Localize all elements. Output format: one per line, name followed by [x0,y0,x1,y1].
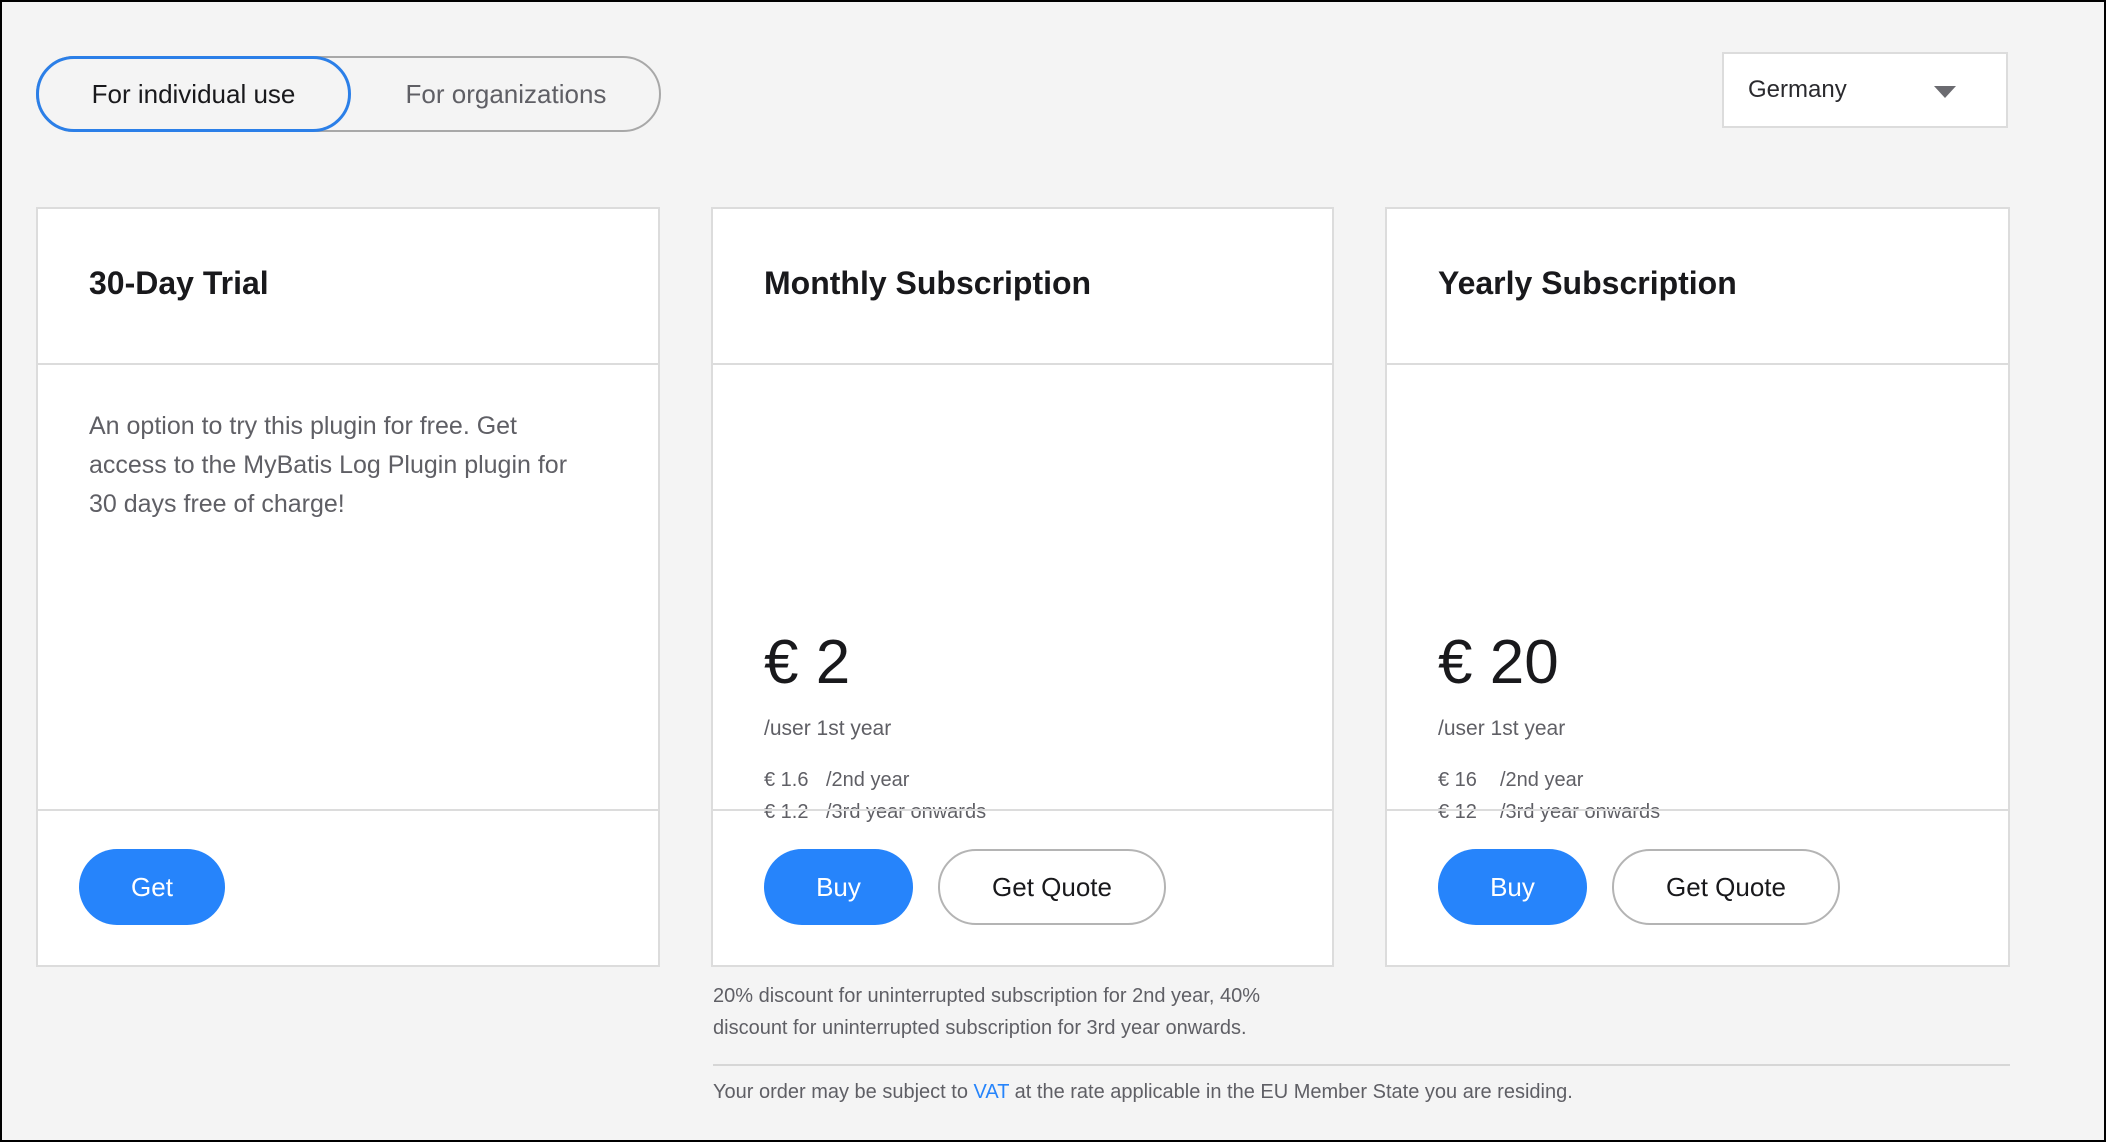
vat-link[interactable]: VAT [974,1081,1010,1103]
tier-period: /2nd year [1500,769,1584,791]
card-yearly: Yearly Subscription € 20 /user 1st year … [1385,207,2010,967]
card-body: € 20 /user 1st year € 16 /2nd year € 12 … [1387,365,2008,823]
price-tier: € 16 /2nd year [1438,769,1583,792]
card-monthly: Monthly Subscription € 2 /user 1st year … [711,207,1334,967]
discount-note-line: discount for uninterrupted subscription … [713,1017,1247,1039]
card-title: Monthly Subscription [764,265,1092,301]
vat-note: Your order may be subject to VAT at the … [713,1076,1573,1108]
tier-period: /2nd year [826,769,910,791]
discount-note-line: 20% discount for uninterrupted subscript… [713,985,1260,1007]
card-footer: Buy Get Quote [1387,809,2008,965]
card-title: Yearly Subscription [1438,265,1737,301]
get-button[interactable]: Get [79,849,225,925]
tab-organizations[interactable]: For organizations [351,56,661,132]
caret-down-icon [1934,86,1956,98]
card-title: 30-Day Trial [89,265,269,301]
get-quote-button[interactable]: Get Quote [938,849,1166,925]
card-description: An option to try this plugin for free. G… [89,412,568,518]
get-quote-button[interactable]: Get Quote [1612,849,1840,925]
country-select-value: Germany [1748,76,1847,103]
card-trial: 30-Day Trial An option to try this plugi… [36,207,660,967]
tier-amount: € 1.6 [764,769,809,791]
price-tier: € 1.6 /2nd year [764,769,909,792]
card-body: An option to try this plugin for free. G… [38,365,658,809]
card-footer: Get [38,809,658,965]
notes-divider [713,1064,2010,1066]
card-body: € 2 /user 1st year € 1.6 /2nd year € 1.2… [713,365,1332,823]
tab-individual-use[interactable]: For individual use [36,56,351,132]
card-header: Monthly Subscription [713,209,1332,365]
vat-note-prefix: Your order may be subject to [713,1081,974,1103]
vat-note-suffix: at the rate applicable in the EU Member … [1009,1081,1573,1103]
price-unit: /user 1st year [764,717,892,740]
country-select[interactable]: Germany [1722,52,2008,128]
price: € 2 [764,628,851,697]
buy-button[interactable]: Buy [1438,849,1587,925]
tier-amount: € 16 [1438,769,1477,791]
price: € 20 [1438,628,1559,697]
card-header: Yearly Subscription [1387,209,2008,365]
price-unit: /user 1st year [1438,717,1566,740]
card-footer: Buy Get Quote [713,809,1332,965]
license-type-toggle: For individual use For organizations [36,56,661,132]
card-header: 30-Day Trial [38,209,658,365]
buy-button[interactable]: Buy [764,849,913,925]
discount-note: 20% discount for uninterrupted subscript… [713,980,1260,1044]
